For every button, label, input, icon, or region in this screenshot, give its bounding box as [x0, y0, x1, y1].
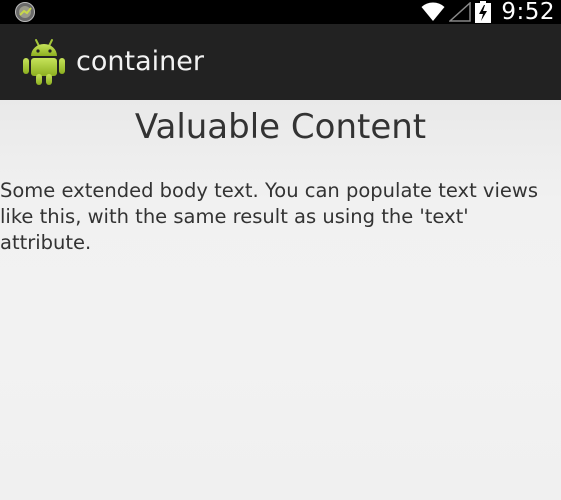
status-bar: 9:52 — [0, 0, 561, 24]
content-heading: Valuable Content — [134, 107, 427, 147]
android-icon[interactable] — [22, 38, 66, 86]
status-icons: 9:52 — [421, 0, 555, 24]
action-bar: container — [0, 24, 561, 100]
signal-icon — [449, 2, 472, 22]
status-time: 9:52 — [501, 0, 555, 25]
app-notification-icon — [15, 2, 35, 22]
wifi-icon — [421, 2, 445, 21]
app-title: container — [76, 46, 204, 77]
content-body-text: Some extended body text. You can populat… — [0, 179, 538, 254]
main-content: Valuable Content Some extended body text… — [0, 100, 561, 500]
battery-charging-icon — [475, 1, 492, 23]
